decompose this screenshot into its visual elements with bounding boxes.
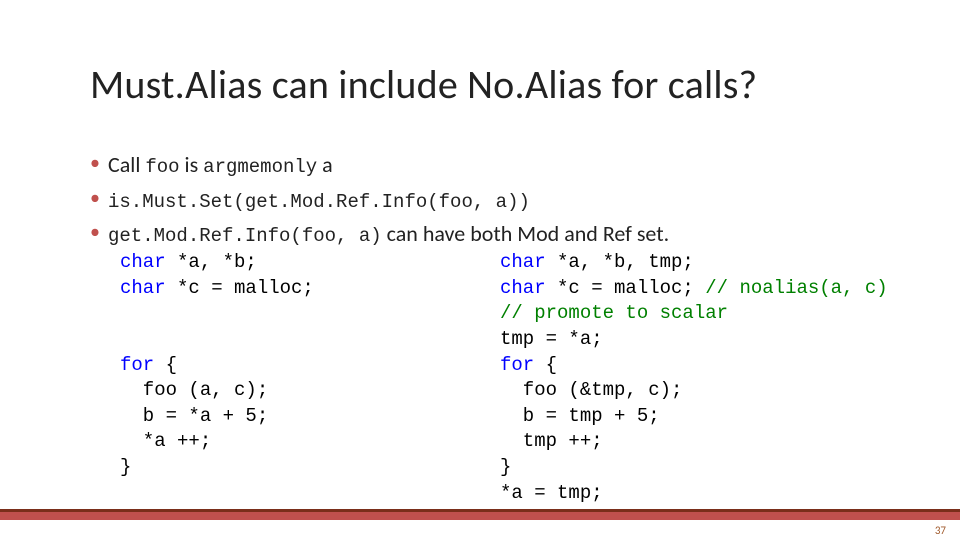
code-text: foo (&tmp, c); [500, 379, 682, 401]
code-text: } [500, 456, 511, 478]
page-number: 37 [935, 524, 946, 537]
bullet-3: get.Mod.Ref.Info(foo, a) can have both M… [90, 219, 900, 250]
bullet-1-prefix: Call [108, 151, 145, 178]
code-right: char *a, *b, tmp; char *c = malloc; // n… [500, 250, 900, 480]
code-text: tmp ++; [500, 430, 603, 452]
code-text: b = *a + 5; [120, 405, 268, 427]
code-text: *a ++; [120, 430, 211, 452]
comment: // promote to scalar [500, 302, 728, 324]
bullet-2: is.Must.Set(get.Mod.Ref.Info(foo, a)) [90, 185, 900, 216]
code-text: b = tmp + 5; [500, 405, 660, 427]
code-right-block: char *a, *b, tmp; char *c = malloc; // n… [500, 250, 900, 506]
bullet-1-suffix: a [317, 151, 333, 178]
bullet-3-code: get.Mod.Ref.Info(foo, a) [108, 225, 382, 247]
code-text: *c = malloc; [546, 277, 706, 299]
kw-for: for [500, 354, 534, 376]
bullet-2-code: is.Must.Set(get.Mod.Ref.Info(foo, a)) [108, 191, 530, 213]
bullet-3-rest: can have both Mod and Ref set. [382, 220, 670, 247]
code-columns: char *a, *b; char *c = malloc; for { foo… [120, 250, 900, 480]
bullet-list: Call foo is argmemonly a is.Must.Set(get… [90, 150, 900, 254]
footer-accent-bar [0, 509, 960, 520]
code-left-block: char *a, *b; char *c = malloc; for { foo… [120, 250, 500, 481]
bullet-1-mid: is [180, 151, 204, 178]
slide: Must.Alias can include No.Alias for call… [0, 0, 960, 540]
bullet-1: Call foo is argmemonly a [90, 150, 900, 181]
code-text: { [154, 354, 177, 376]
kw-char: char [500, 277, 546, 299]
bullet-1-code1: foo [145, 156, 179, 178]
code-text: foo (a, c); [120, 379, 268, 401]
code-text: *a, *b, tmp; [546, 251, 694, 273]
code-text: *a, *b; [166, 251, 257, 273]
kw-char: char [500, 251, 546, 273]
code-left: char *a, *b; char *c = malloc; for { foo… [120, 250, 500, 480]
kw-char: char [120, 251, 166, 273]
kw-char: char [120, 277, 166, 299]
comment: // noalias(a, c) [705, 277, 887, 299]
code-text: } [120, 456, 131, 478]
slide-title: Must.Alias can include No.Alias for call… [90, 60, 900, 109]
code-text: tmp = *a; [500, 328, 603, 350]
code-text: *a = tmp; [500, 482, 603, 504]
code-text: *c = malloc; [166, 277, 314, 299]
kw-for: for [120, 354, 154, 376]
code-text: { [534, 354, 557, 376]
bullet-1-code2: argmemonly [203, 156, 317, 178]
